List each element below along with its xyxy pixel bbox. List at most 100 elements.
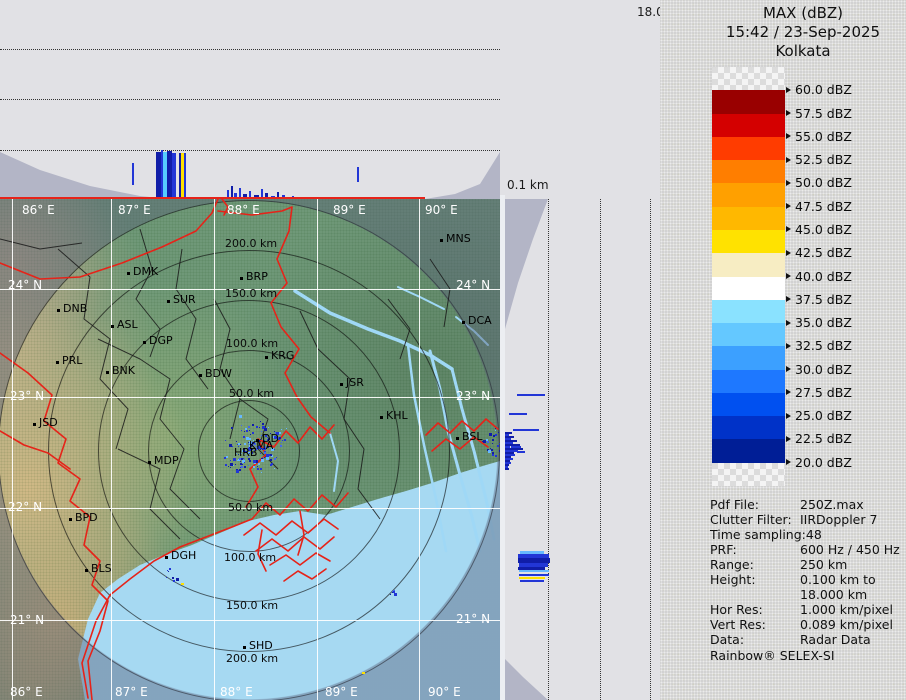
latitude-label: 23° N [10,389,45,403]
latitude-gridline [0,620,500,621]
station-label: BPD [75,511,98,524]
echo-speckle [263,457,265,459]
metadata-row: Vert Res: 0.089 km/pixel [710,617,902,632]
dbz-band [712,113,785,137]
metadata-label: Clutter Filter: [710,512,792,527]
metadata-row: Hor Res: 1.000 km/pixel [710,602,902,617]
legend-arrow-icon [786,389,791,396]
echo-speckle [241,425,243,427]
station-dot [199,374,202,377]
dbz-label-row: 50.0 dBZ [786,175,852,190]
metadata-row: PRF: 600 Hz / 450 Hz [710,542,902,557]
metadata-label: Height: [710,572,756,587]
echo-speckle [269,459,272,462]
dbz-label: 27.5 dBZ [795,384,852,400]
echo-speckle [492,453,495,456]
dbz-band [712,276,785,300]
echo-speckle [244,431,246,432]
legend-arrow-icon [786,459,791,466]
echo-speckle [269,454,272,457]
echo-speckle [286,427,288,429]
station-label: DGH [171,549,197,562]
latitude-label: 23° N [456,389,491,403]
dbz-label-row: 52.5 dBZ [786,152,852,167]
echo-speckle [265,457,269,461]
dbz-band [712,160,785,184]
dbz-label: 22.5 dBZ [795,431,852,447]
echo-speckle [274,467,276,469]
dbz-band [712,206,785,230]
dbz-band [712,323,785,347]
dbz-label-row: 37.5 dBZ [786,292,852,307]
echo-speckle [249,434,251,436]
dbz-label-row: 25.0 dBZ [786,408,852,423]
metadata-row: Pdf File: 250Z.max [710,497,902,512]
echo-speckle [262,422,264,425]
station-dot [143,341,146,344]
radar-app-window: { "header": { "product": "MAX (dBZ)", "d… [0,0,906,700]
station-label: KRG [271,349,295,362]
echo-speckle [166,569,168,571]
dbz-band [712,253,785,277]
echo-speckle [165,577,167,579]
metadata-value: 250 km [800,557,848,572]
dbz-band [712,229,785,254]
echo-speckle [181,583,184,585]
metadata-label: Time sampling: [710,527,806,542]
longitude-gridline [111,199,112,700]
metadata-label: Vert Res: [710,617,766,632]
echo-speckle [229,459,231,461]
echo-speckle [169,567,172,570]
metadata-value: IIRDoppler 7 [800,512,878,527]
height-gridline [548,199,549,700]
metadata-value: Radar Data [800,632,871,647]
out-of-range-wedge [425,152,500,199]
min-height-label: 0.1 km [507,178,549,192]
echo-speckle [252,423,255,426]
echo-bar [519,574,549,576]
echo-speckle [257,467,260,470]
dbz-label-row: 60.0 dBZ [786,82,852,97]
longitude-label: 89° E [333,203,366,217]
echo-speckle [281,439,283,441]
echo-speckle [253,460,257,464]
echo-speckle [494,430,496,432]
station-dot [340,383,343,386]
station-label: BSL [462,430,483,443]
echo-bar [519,577,545,579]
echo-speckle [226,456,229,459]
station-label: DMK [133,265,159,278]
station-dot [56,361,59,364]
echo-speckle [260,467,263,470]
station-label: BNK [112,364,135,377]
legend-arrow-icon [786,156,791,163]
longitude-label: 87° E [115,685,148,699]
dbz-band [712,439,785,463]
ring-distance-label: 150.0 km [226,599,279,612]
echo-speckle [168,570,170,572]
echo-speckle [488,432,492,436]
echo-speckle [241,466,244,469]
product-metadata: Pdf File: 250Z.max Clutter Filter: IIRDoppl… [710,497,902,647]
echo-speckle [491,448,494,451]
station-label: DNB [63,302,88,315]
echo-speckle [231,427,234,430]
echo-speckle [225,439,227,441]
station-label: JSR [346,376,364,389]
dbz-label: 35.0 dBZ [795,315,852,331]
dbz-band [712,416,785,440]
station-dot [148,461,151,464]
software-name: Rainbow® SELEX-SI [710,648,835,663]
legend-arrow-icon [786,366,791,373]
out-of-range-wedge [505,199,548,329]
echo-speckle [263,428,267,432]
echo-bar [520,580,544,582]
dbz-label: 42.5 dBZ [795,245,852,261]
metadata-value: 1.000 km/pixel [800,602,893,617]
out-of-range-wedge [0,152,170,199]
height-gridline [0,49,500,50]
echo-bar [519,570,549,572]
echo-speckle [281,428,283,430]
echo-speckle [176,577,180,581]
dbz-label: 47.5 dBZ [795,198,852,214]
